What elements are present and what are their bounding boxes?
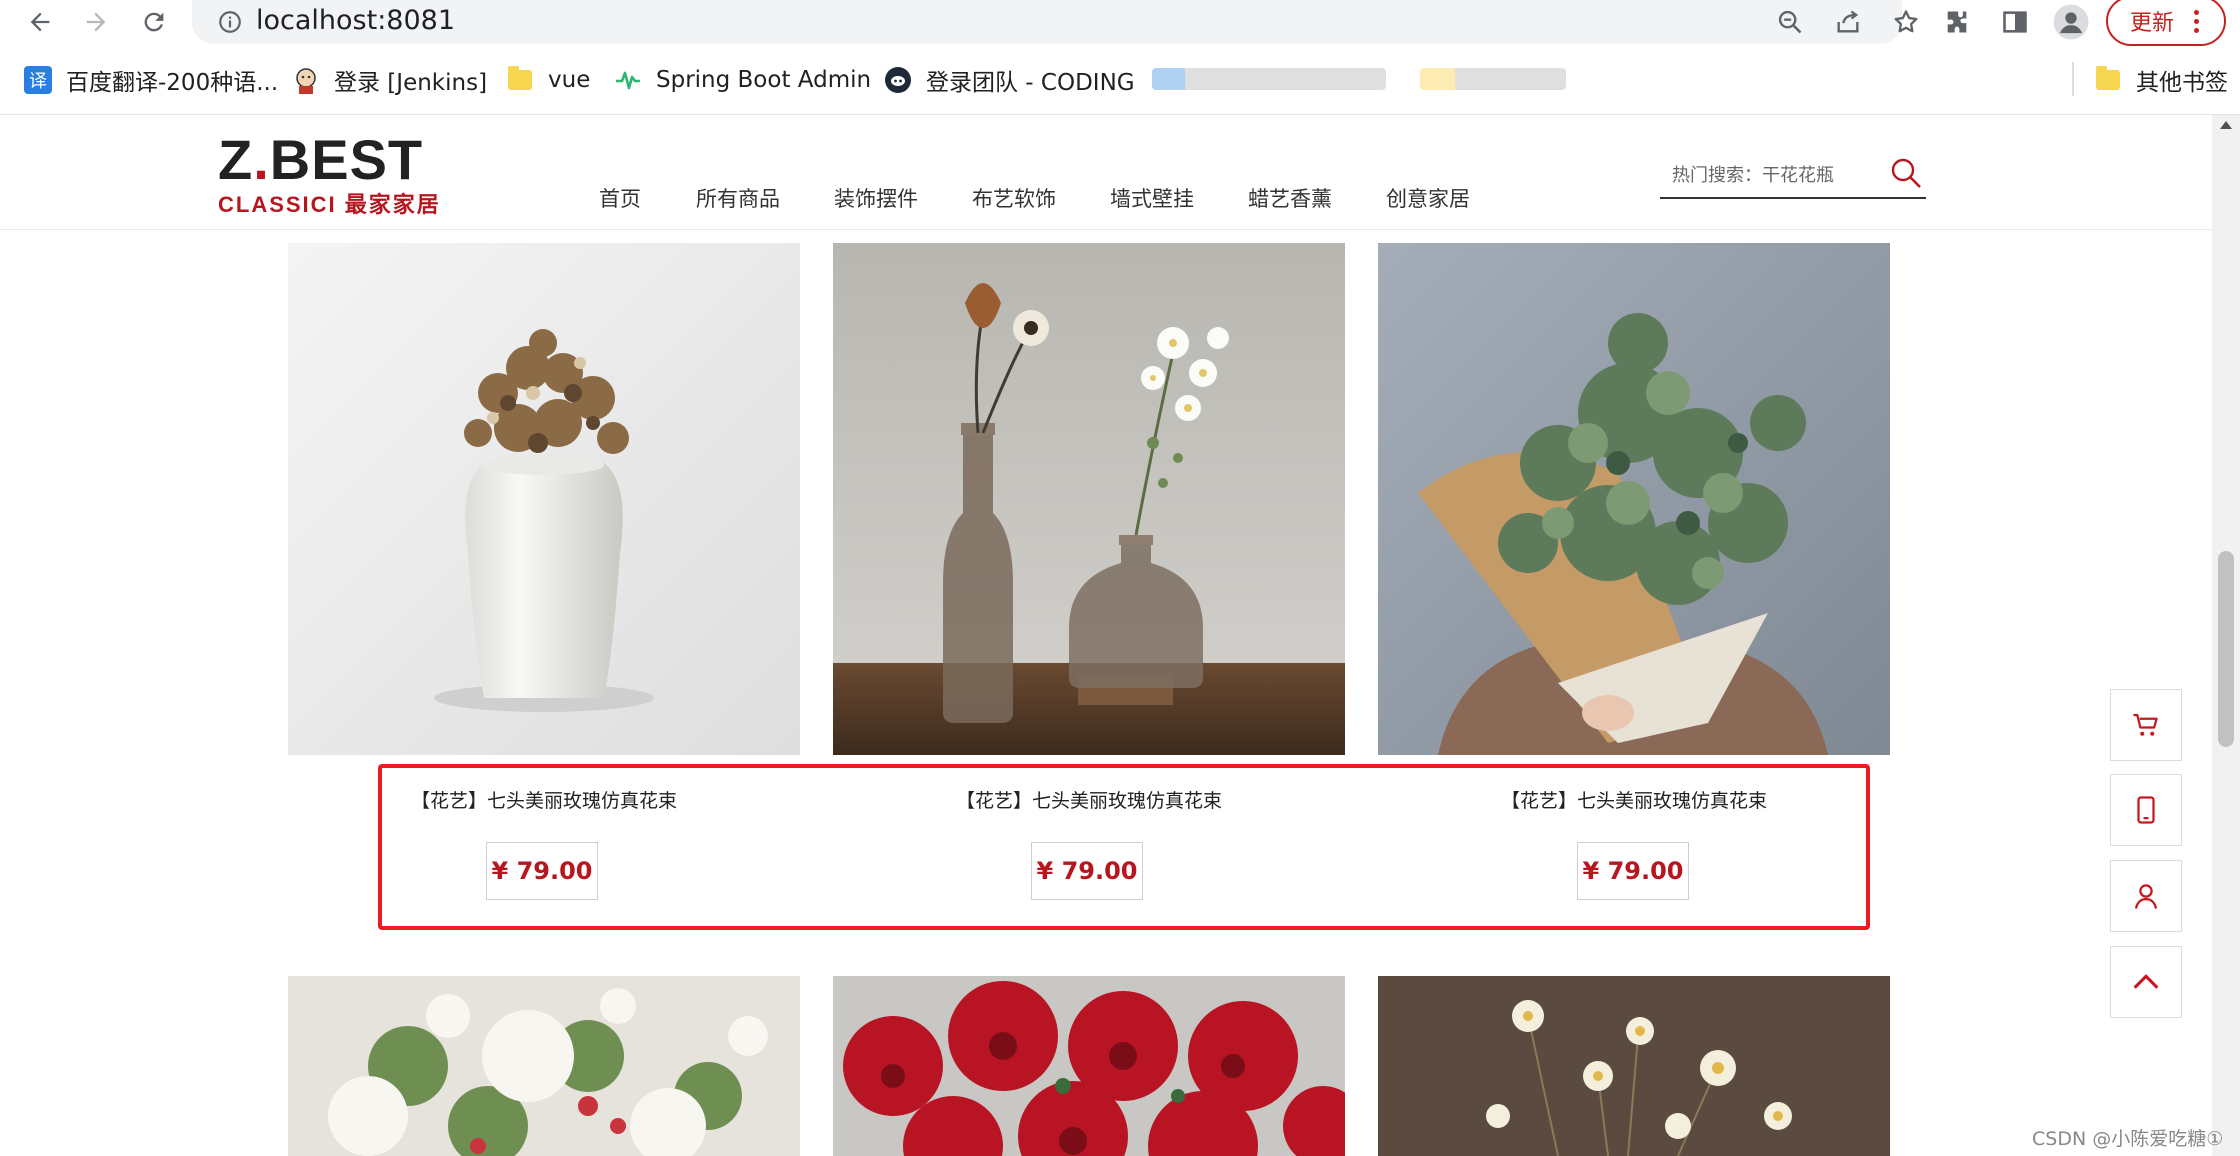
user-icon [2134,884,2158,909]
blurred-bookmark [1152,68,1386,90]
nav-wall-decor[interactable]: 墙式壁挂 [1110,183,1194,213]
mobile-button[interactable] [2110,774,2182,846]
product-image[interactable] [833,976,1345,1156]
back-arrow-icon [30,12,50,32]
highlight-annotation-box [378,764,1870,930]
nav-candles-aroma[interactable]: 蜡艺香薰 [1248,183,1332,213]
bookmark-coding[interactable]: 登录团队 - CODING [884,58,1135,102]
site-logo[interactable]: Z.BEST CLASSICI 最家家居 [218,128,439,218]
scroll-up-arrow-icon[interactable] [2220,121,2232,129]
site-info-icon[interactable] [210,0,250,44]
csdn-watermark: CSDN @小陈爱吃糖① [2032,1128,2224,1150]
bookmark-other[interactable]: 其他书签 [2094,58,2228,102]
logo-main: Z.BEST [218,128,424,191]
browser-chrome: localhost:8081 更新 译 百度翻译-200种语... 登录 [Je… [0,0,2240,115]
jenkins-icon [292,66,320,94]
mobile-icon [2137,796,2155,824]
user-button[interactable] [2110,860,2182,932]
logo-subtitle: CLASSICI 最家家居 [218,192,441,217]
blurred-bookmark [1420,68,1566,90]
page-scrollbar[interactable] [2212,115,2240,1156]
bookmarks-separator [2072,62,2074,96]
reload-icon [144,12,164,32]
folder-icon [2094,66,2122,94]
search-input[interactable] [1670,159,1874,191]
update-label: 更新 [2130,11,2175,36]
product-image[interactable] [288,976,800,1156]
product-image[interactable] [1378,976,1890,1156]
baidu-translate-icon: 译 [24,66,52,94]
back-button[interactable] [20,0,60,44]
svg-text:译: 译 [29,71,47,92]
bookmark-jenkins[interactable]: 登录 [Jenkins] [292,58,487,102]
share-icon[interactable] [1828,0,1868,44]
back-to-top-button[interactable] [2110,946,2182,1018]
address-bar[interactable]: localhost:8081 [192,0,1918,44]
bookmark-baidu-translate[interactable]: 译 百度翻译-200种语... [24,58,278,102]
cart-icon [2133,713,2158,736]
site-header: Z.BEST CLASSICI 最家家居 首页 所有商品 装饰摆件 布艺软饰 墙… [0,115,2212,230]
profile-avatar-icon[interactable] [2048,0,2094,44]
cart-button[interactable] [2110,689,2182,761]
product-image[interactable] [1378,243,1890,755]
scrollbar-thumb[interactable] [2218,551,2234,747]
spring-boot-admin-icon [614,66,642,94]
bookmark-spring-boot-admin[interactable]: Spring Boot Admin [614,58,871,102]
bookmark-vue[interactable]: vue [506,58,590,102]
reload-button[interactable] [134,0,174,44]
nav-creative-home[interactable]: 创意家居 [1386,183,1470,213]
search-box [1660,153,1926,199]
nav-soft-furnishings[interactable]: 布艺软饰 [972,183,1056,213]
bookmarks-bar: 译 百度翻译-200种语... 登录 [Jenkins] vue Spring … [0,58,2240,102]
update-button[interactable]: 更新 [2106,0,2226,46]
url-text[interactable]: localhost:8081 [256,5,455,36]
extensions-icon[interactable] [1934,0,1980,44]
product-image[interactable] [833,243,1345,755]
side-panel-icon[interactable] [1992,0,2038,44]
nav-all-products[interactable]: 所有商品 [696,183,780,213]
zoom-icon[interactable] [1770,0,1810,44]
search-icon[interactable] [1888,155,1924,191]
forward-button[interactable] [76,0,116,44]
forward-arrow-icon [86,12,106,32]
bookmark-star-icon[interactable] [1886,0,1926,44]
nav-home[interactable]: 首页 [599,183,641,213]
product-image[interactable] [288,243,800,755]
menu-dots-icon[interactable] [2194,9,2200,33]
coding-icon [884,66,912,94]
folder-icon [506,66,534,94]
nav-decorations[interactable]: 装饰摆件 [834,183,918,213]
chevron-up-icon [2133,974,2159,989]
